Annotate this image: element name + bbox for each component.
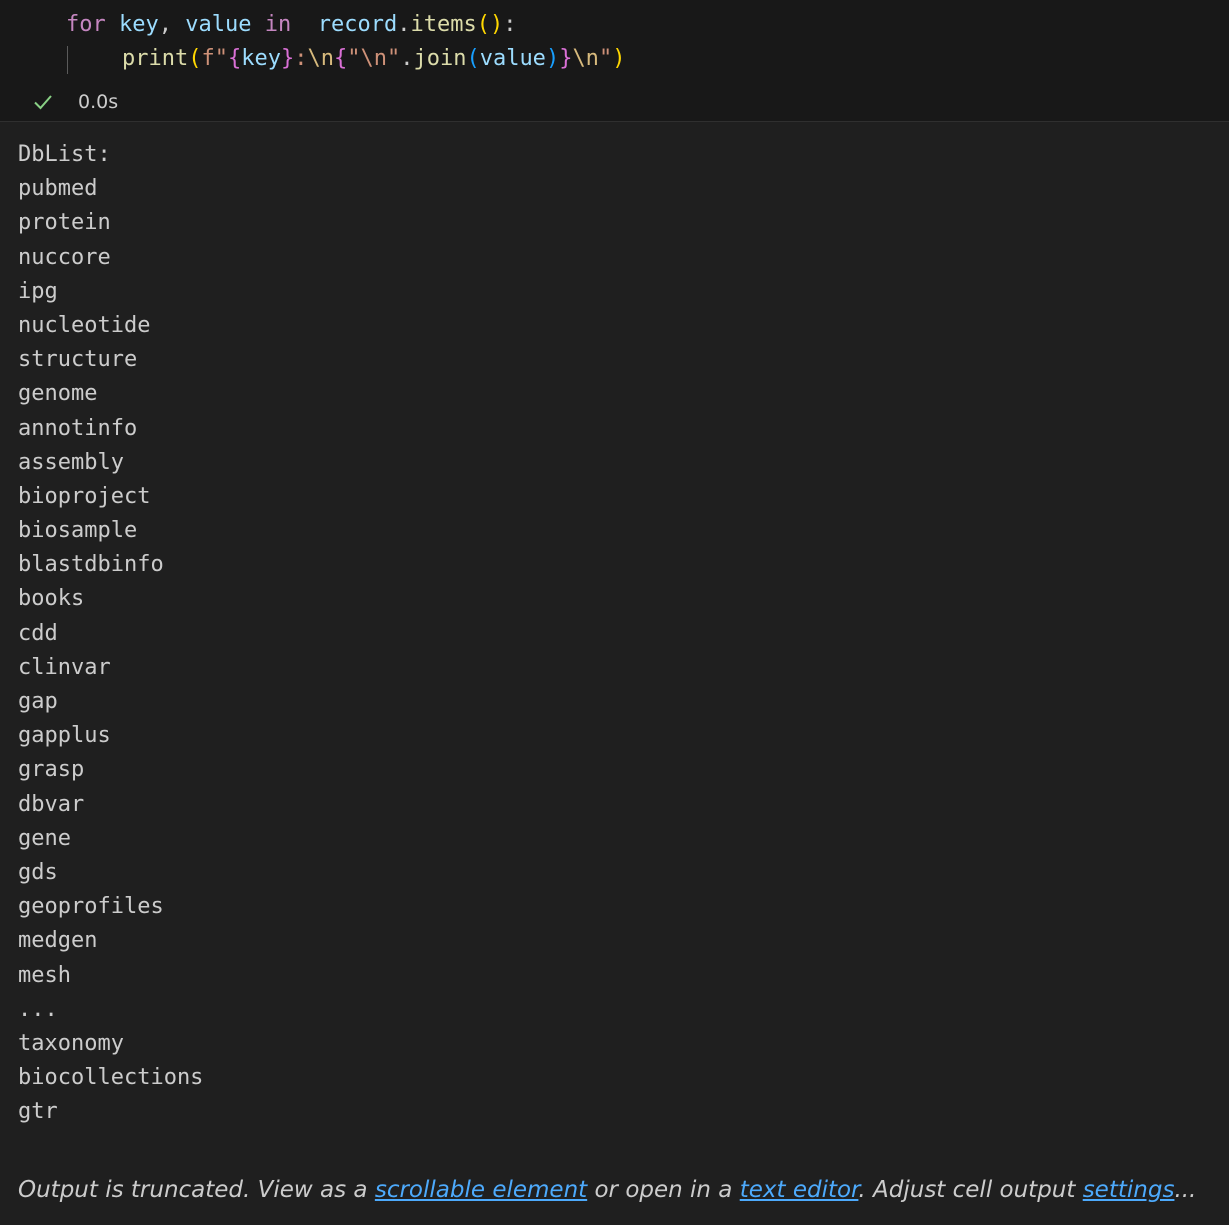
cell-output: DbList: pubmed protein nuccore ipg nucleotide… bbox=[18, 138, 203, 1129]
output-line: gds bbox=[18, 859, 58, 885]
output-line: cdd bbox=[18, 620, 58, 646]
code-token: { bbox=[333, 46, 348, 71]
code-token: ( bbox=[188, 46, 202, 71]
code-token: print bbox=[122, 46, 189, 71]
output-line: mesh bbox=[18, 962, 71, 988]
execution-time: 0.0s bbox=[78, 91, 119, 113]
code-line-1[interactable]: for key, value in record.items(): bbox=[66, 10, 516, 40]
indent-guide bbox=[67, 46, 68, 74]
code-token: ) bbox=[489, 12, 504, 37]
code-line-2[interactable]: print(f"{key}:\n{"\n".join(value)}\n") bbox=[122, 44, 625, 74]
code-token: join bbox=[413, 46, 467, 71]
code-token: \n bbox=[307, 46, 334, 71]
settings-link[interactable]: settings bbox=[1083, 1177, 1175, 1203]
code-token: ) bbox=[545, 46, 560, 71]
scrollable-element-link[interactable]: scrollable element bbox=[375, 1177, 587, 1203]
output-line: structure bbox=[18, 347, 138, 373]
output-line: annotinfo bbox=[18, 415, 138, 441]
code-token: { bbox=[227, 46, 242, 71]
code-token: , bbox=[158, 12, 172, 37]
output-line: gapplus bbox=[18, 723, 111, 749]
output-line: genome bbox=[18, 381, 98, 407]
code-token: . bbox=[400, 46, 414, 71]
code-token: ) bbox=[612, 46, 626, 71]
code-token: } bbox=[280, 46, 295, 71]
code-token: \n bbox=[572, 46, 599, 71]
output-line: bioproject bbox=[18, 483, 151, 509]
code-token: in bbox=[264, 12, 292, 37]
code-token: . bbox=[397, 12, 411, 37]
output-line: DbList: bbox=[18, 142, 111, 167]
output-line: gap bbox=[18, 689, 58, 714]
output-line: grasp bbox=[18, 757, 85, 783]
output-line: nuccore bbox=[18, 244, 111, 270]
truncation-text: or open in a bbox=[587, 1177, 740, 1203]
output-line: nucleotide bbox=[18, 312, 151, 338]
output-line: ipg bbox=[18, 278, 58, 304]
output-line: assembly bbox=[18, 449, 124, 475]
code-token: " bbox=[598, 46, 613, 71]
check-icon bbox=[34, 95, 52, 110]
output-line: ... bbox=[18, 996, 58, 1022]
output-line: geoprofiles bbox=[18, 894, 164, 920]
code-token: value bbox=[185, 12, 252, 37]
code-token: " bbox=[214, 46, 228, 71]
code-token: items bbox=[410, 12, 477, 37]
truncation-text: . Adjust cell output bbox=[858, 1177, 1083, 1203]
code-token: "\n" bbox=[347, 46, 401, 71]
code-token: value bbox=[479, 46, 546, 71]
output-line: taxonomy bbox=[18, 1030, 124, 1056]
output-line: gene bbox=[18, 825, 71, 851]
truncation-text: Output is truncated. View as a bbox=[18, 1177, 375, 1203]
code-cell[interactable]: for key, value in record.items(): print(… bbox=[0, 0, 1229, 122]
code-token: key bbox=[241, 46, 281, 71]
output-line: gtr bbox=[18, 1099, 58, 1125]
output-line: biosample bbox=[18, 518, 138, 544]
code-token: : bbox=[294, 46, 308, 71]
code-token: ( bbox=[466, 46, 480, 71]
code-token: record bbox=[317, 12, 398, 37]
code-token: ( bbox=[476, 12, 490, 37]
output-line: protein bbox=[18, 210, 111, 236]
output-line: dbvar bbox=[18, 791, 85, 817]
code-token: f bbox=[201, 46, 215, 71]
truncation-message: Output is truncated. View as a scrollabl… bbox=[18, 1172, 1196, 1208]
text-editor-link[interactable]: text editor bbox=[740, 1177, 859, 1203]
code-token: key bbox=[119, 12, 159, 37]
output-line: clinvar bbox=[18, 654, 111, 680]
truncation-text: ... bbox=[1174, 1177, 1197, 1203]
code-token: : bbox=[503, 12, 517, 37]
output-line: pubmed bbox=[18, 176, 98, 202]
code-token: } bbox=[559, 46, 573, 71]
code-token: for bbox=[66, 12, 106, 37]
cell-status: 0.0s bbox=[32, 88, 118, 116]
output-line: blastdbinfo bbox=[18, 552, 164, 578]
output-line: medgen bbox=[18, 928, 98, 954]
output-line: biocollections bbox=[18, 1065, 204, 1091]
output-line: books bbox=[18, 586, 85, 612]
